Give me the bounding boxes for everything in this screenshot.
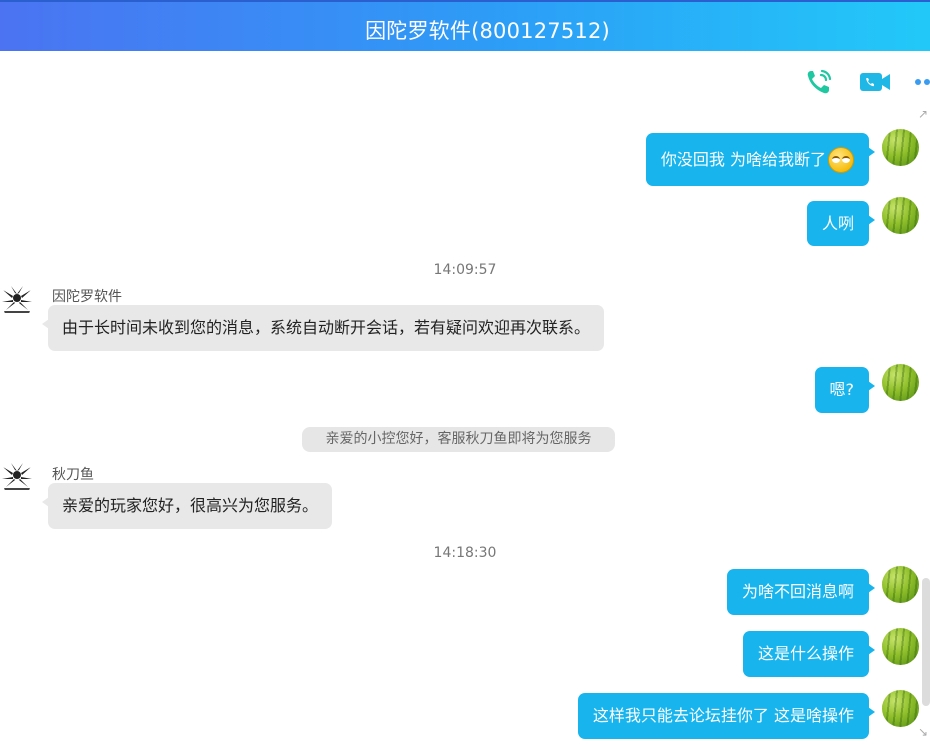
- chat-title: 因陀罗软件(800127512): [365, 19, 610, 43]
- message-text: 嗯?: [829, 380, 855, 399]
- system-notice: 亲爱的小控您好，客服秋刀鱼即将为您服务: [302, 427, 615, 452]
- expand-arrow-icon[interactable]: ↗: [918, 107, 928, 121]
- message-timestamp: 14:09:57: [433, 262, 497, 278]
- message-bubble-incoming[interactable]: 由于长时间未收到您的消息，系统自动断开会话，若有疑问欢迎再次联系。: [41, 305, 605, 351]
- message-text: 为啥不回消息啊: [741, 582, 854, 601]
- message-text: 这是什么操作: [757, 644, 854, 663]
- title-bar: 因陀罗软件(800127512): [0, 0, 930, 51]
- collapse-arrow-icon[interactable]: ↘: [918, 725, 928, 739]
- sender-name: 秋刀鱼: [52, 467, 94, 483]
- message-bubble-outgoing[interactable]: 这样我只能去论坛挂你了 这是啥操作: [577, 693, 876, 739]
- message-timestamp: 14:18:30: [433, 545, 497, 561]
- my-avatar[interactable]: [882, 129, 919, 166]
- rolling-eyes-emoji-icon: [828, 146, 854, 173]
- message-text: 你没回我 为啥给我断了: [660, 149, 826, 169]
- my-avatar[interactable]: [882, 566, 919, 603]
- my-avatar[interactable]: [882, 364, 919, 401]
- message-text: 亲爱的玩家您好，很高兴为您服务。: [62, 496, 319, 515]
- agent-avatar[interactable]: [0, 284, 34, 318]
- sender-name: 因陀罗软件: [52, 289, 122, 305]
- message-bubble-outgoing[interactable]: 嗯?: [814, 367, 875, 413]
- message-bubble-outgoing[interactable]: 为啥不回消息啊: [726, 569, 876, 615]
- message-text: 这样我只能去论坛挂你了 这是啥操作: [592, 706, 854, 725]
- message-bubble-outgoing[interactable]: 这是什么操作: [742, 631, 876, 677]
- message-text: 人咧: [821, 213, 854, 233]
- my-avatar[interactable]: [882, 690, 919, 727]
- scrollbar[interactable]: [922, 578, 930, 706]
- my-avatar[interactable]: [882, 197, 919, 234]
- message-bubble-incoming[interactable]: 亲爱的玩家您好，很高兴为您服务。: [41, 483, 333, 529]
- my-avatar[interactable]: [882, 628, 919, 665]
- message-list[interactable]: ↗ 你没回我 为啥给我断了 人咧 14:09:57 因陀罗软件 由于长时间未收到…: [0, 51, 930, 744]
- message-bubble-outgoing[interactable]: 你没回我 为啥给我断了: [645, 133, 876, 186]
- message-text: 由于长时间未收到您的消息，系统自动断开会话，若有疑问欢迎再次联系。: [62, 318, 591, 337]
- agent-avatar[interactable]: [0, 461, 34, 495]
- message-bubble-outgoing[interactable]: 人咧: [806, 201, 876, 246]
